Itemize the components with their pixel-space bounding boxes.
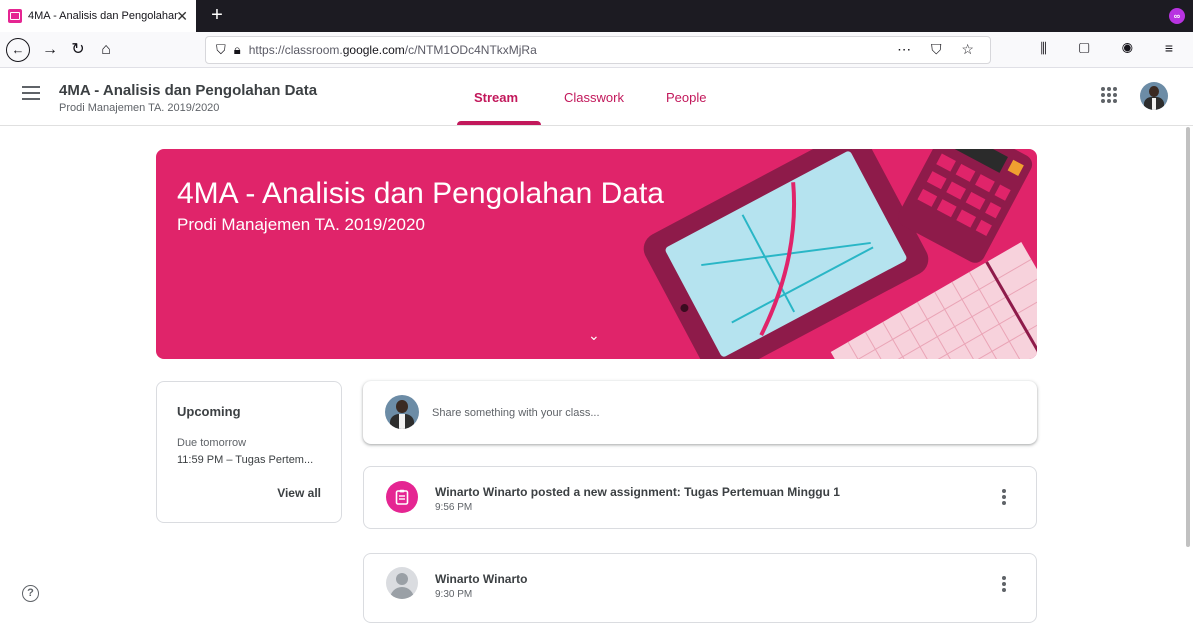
url-text[interactable]: https://classroom.google.com/c/NTM1ODc4N…	[249, 43, 537, 57]
classroom-header: 4MA - Analisis dan Pengolahan Data Prodi…	[0, 68, 1193, 126]
class-banner: 4MA - Analisis dan Pengolahan Data Prodi…	[156, 149, 1037, 359]
assignment-icon	[386, 481, 418, 513]
main-menu-icon[interactable]	[22, 86, 40, 100]
tab-people[interactable]: People	[666, 90, 706, 105]
view-all-button[interactable]: View all	[277, 486, 321, 500]
share-box[interactable]: Share something with your class...	[363, 381, 1037, 444]
upcoming-item-link[interactable]: 11:59 PM – Tugas Pertem...	[177, 454, 313, 466]
toolbar-icons[interactable]: ⫼ ▢ ◉ ≡	[1040, 40, 1187, 57]
stream-item-author: Winarto Winarto	[435, 572, 528, 586]
share-placeholder[interactable]: Share something with your class...	[432, 407, 600, 419]
home-icon[interactable]: ⌂	[94, 38, 118, 62]
classroom-favicon-icon	[8, 9, 22, 23]
active-tab-indicator	[457, 121, 541, 125]
stream-item[interactable]: Winarto Winarto 9:30 PM	[363, 553, 1037, 623]
stream-item-title[interactable]: Winarto Winarto posted a new assignment:…	[435, 485, 840, 499]
scrollbar[interactable]	[1186, 127, 1190, 547]
reload-icon[interactable]: ↻	[66, 38, 90, 62]
browser-tab-bar: 4MA - Analisis dan Pengolahan ✕ + ∞	[0, 0, 1193, 32]
stream-item-time: 9:30 PM	[435, 589, 473, 600]
back-icon[interactable]: ←	[6, 38, 30, 62]
tab-classwork[interactable]: Classwork	[564, 90, 624, 105]
lock-icon[interactable]: 🔒︎	[234, 42, 241, 58]
banner-subtitle: Prodi Manajemen TA. 2019/2020	[177, 215, 425, 234]
stream-item-time: 9:56 PM	[435, 502, 473, 513]
stream-item[interactable]: Winarto Winarto posted a new assignment:…	[363, 466, 1037, 529]
upcoming-title: Upcoming	[177, 404, 241, 419]
extension-icon[interactable]: ∞	[1169, 8, 1185, 24]
tab-title: 4MA - Analisis dan Pengolahan	[28, 10, 178, 22]
page-actions-icon[interactable]: ⋯ ⛉ ☆	[897, 41, 982, 58]
browser-nav-bar: ← → ↻ ⌂ ⛉ 🔒︎ https://classroom.google.co…	[0, 32, 1193, 68]
tab-stream[interactable]: Stream	[474, 90, 518, 105]
default-avatar-icon	[386, 567, 418, 599]
user-avatar	[385, 395, 419, 429]
url-bar[interactable]: ⛉ 🔒︎ https://classroom.google.com/c/NTM1…	[205, 36, 991, 64]
class-title[interactable]: 4MA - Analisis dan Pengolahan Data	[59, 82, 317, 99]
upcoming-due-label: Due tomorrow	[177, 437, 247, 449]
forward-icon[interactable]: →	[38, 38, 62, 62]
google-apps-icon[interactable]	[1101, 87, 1117, 103]
upcoming-card: Upcoming Due tomorrow 11:59 PM – Tugas P…	[156, 381, 342, 523]
banner-title: 4MA - Analisis dan Pengolahan Data	[177, 177, 664, 210]
class-subtitle: Prodi Manajemen TA. 2019/2020	[59, 102, 220, 114]
tab-close-icon[interactable]: ✕	[176, 8, 188, 25]
more-options-icon[interactable]	[1002, 489, 1006, 505]
browser-tab[interactable]: 4MA - Analisis dan Pengolahan ✕	[0, 0, 196, 32]
help-icon[interactable]: ?	[22, 585, 39, 602]
shield-icon[interactable]: ⛉	[216, 42, 226, 58]
account-avatar[interactable]	[1140, 82, 1168, 110]
chevron-down-icon[interactable]: ⌄	[588, 327, 600, 344]
new-tab-button[interactable]: +	[206, 4, 228, 26]
more-options-icon[interactable]	[1002, 576, 1006, 592]
